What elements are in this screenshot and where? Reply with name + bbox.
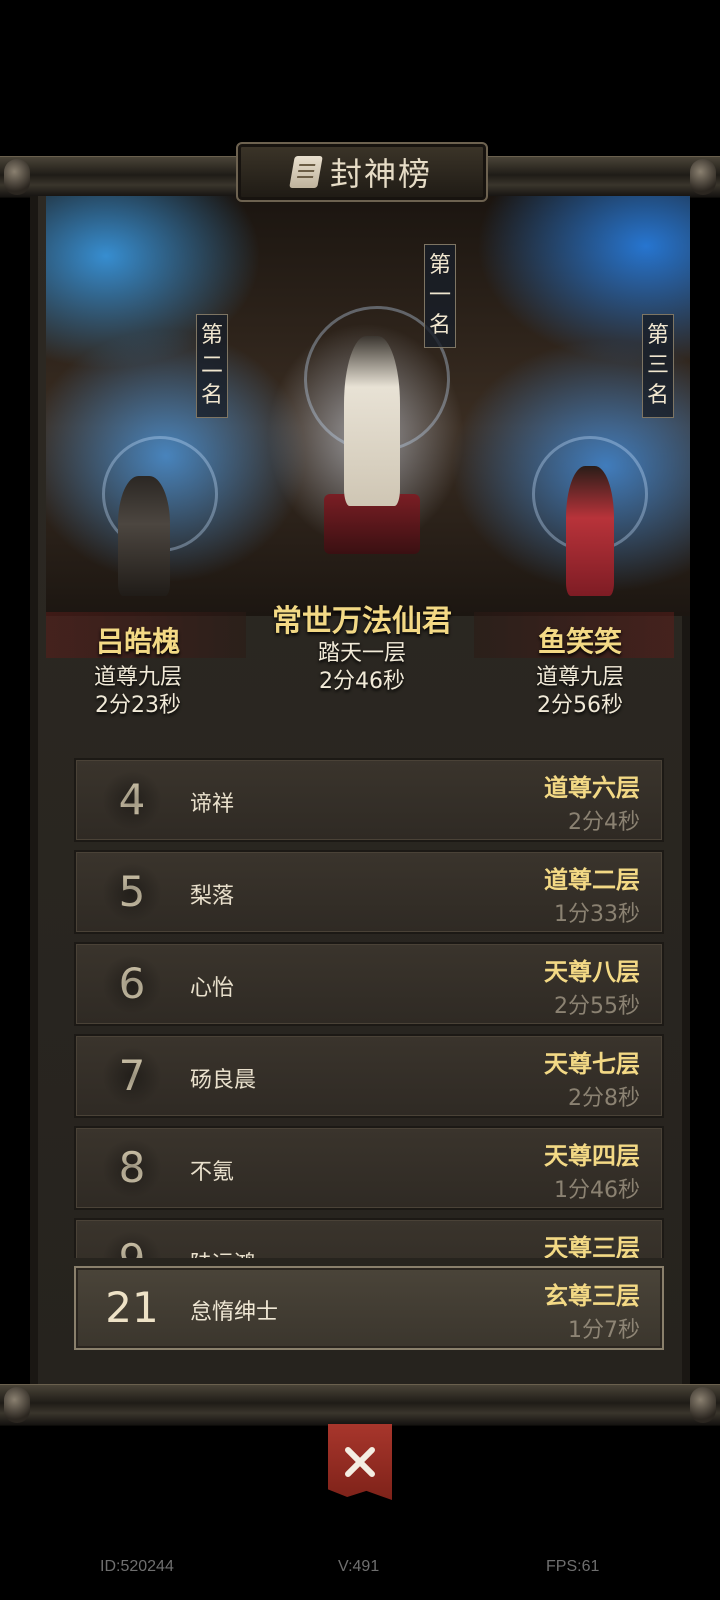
- my-rank-number: 21: [105, 1283, 159, 1332]
- player-id: ID:520244: [100, 1558, 174, 1575]
- ranking-row[interactable]: 4 谛祥 道尊六层 2分4秒: [74, 758, 664, 842]
- tag-char: 第: [428, 253, 451, 278]
- my-player-name: 怠惰绅士: [190, 1300, 279, 1325]
- second-place-character[interactable]: [118, 476, 170, 596]
- tag-char: 三: [646, 353, 669, 378]
- close-icon: [345, 1447, 375, 1477]
- scroll-rod-bottom: [0, 1384, 720, 1426]
- ranking-row[interactable]: 7 砀良晨 天尊七层 2分8秒: [74, 1034, 664, 1118]
- first-place-name: 常世万法仙君: [272, 604, 452, 639]
- clear-time: 2分55秒: [554, 994, 640, 1019]
- floor-level: 天尊七层: [544, 1050, 640, 1078]
- tag-char: 第: [646, 323, 669, 348]
- rank-number: 9: [98, 1220, 166, 1258]
- floor-level: 天尊三层: [544, 1234, 640, 1258]
- rod-knob-right: [690, 159, 716, 195]
- rod-knob-left: [4, 1387, 30, 1423]
- ranking-row[interactable]: 8 不氪 天尊四层 1分46秒: [74, 1126, 664, 1210]
- tag-char: 二: [200, 353, 223, 378]
- first-place-floor: 踏天一层: [317, 641, 406, 666]
- player-name: 梨落: [190, 884, 235, 909]
- ranking-row[interactable]: 5 梨落 道尊二层 1分33秒: [74, 850, 664, 934]
- close-button[interactable]: [328, 1424, 392, 1500]
- clear-time: 1分33秒: [554, 902, 640, 927]
- my-ranking-row[interactable]: 21 怠惰绅士 玄尊三层 1分7秒: [74, 1266, 664, 1350]
- tag-char: 第: [200, 323, 223, 348]
- player-name: 心怡: [190, 976, 235, 1001]
- first-place-tag: 第 一 名: [424, 244, 456, 348]
- second-place-name: 吕皓槐: [95, 625, 180, 658]
- tag-char: 一: [428, 283, 451, 308]
- second-place-tag: 第 二 名: [196, 314, 228, 418]
- floor-level: 道尊六层: [544, 774, 640, 802]
- player-name: 谛祥: [190, 792, 235, 817]
- version-label: V:491: [338, 1558, 380, 1575]
- player-name: 砀良晨: [190, 1068, 257, 1093]
- tag-char: 名: [646, 383, 669, 408]
- fps-counter: FPS:61: [546, 1558, 600, 1575]
- my-floor-level: 玄尊三层: [544, 1282, 640, 1310]
- floor-level: 天尊八层: [544, 958, 640, 986]
- floor-level: 道尊二层: [544, 866, 640, 894]
- ranking-row[interactable]: 6 心怡 天尊八层 2分55秒: [74, 942, 664, 1026]
- rod-knob-left: [4, 159, 30, 195]
- clear-time: 1分46秒: [554, 1178, 640, 1203]
- my-clear-time: 1分7秒: [568, 1318, 640, 1343]
- page-title: 封神榜: [329, 155, 432, 193]
- rank-number: 5: [98, 852, 166, 932]
- player-name: 不氪: [190, 1160, 235, 1185]
- rank-number: 4: [98, 760, 166, 840]
- clear-time: 2分8秒: [568, 1086, 640, 1111]
- third-place-floor: 道尊九层: [535, 665, 624, 690]
- tag-char: 名: [200, 383, 223, 408]
- second-place-floor: 道尊九层: [93, 665, 182, 690]
- rod-knob-right: [690, 1387, 716, 1423]
- rank-number: 8: [98, 1128, 166, 1208]
- ranking-list[interactable]: 4 谛祥 道尊六层 2分4秒 5 梨落 道尊二层 1分33秒 6 心怡 天尊八层…: [74, 758, 664, 1258]
- second-place-time: 2分23秒: [95, 693, 181, 718]
- first-place-character[interactable]: [344, 336, 400, 506]
- rank-number: 7: [98, 1036, 166, 1116]
- scroll-icon: [289, 156, 323, 188]
- podium-scene: 第 一 名 第 二 名 第 三 名: [46, 196, 690, 616]
- third-place-tag: 第 三 名: [642, 314, 674, 418]
- tag-char: 名: [428, 313, 451, 338]
- rank-number: 6: [98, 944, 166, 1024]
- ranking-row[interactable]: 9 陆远鸿 天尊三层: [74, 1218, 664, 1258]
- first-place-time: 2分46秒: [319, 669, 405, 694]
- title-plaque: 封神榜: [236, 142, 488, 202]
- third-place-character[interactable]: [566, 466, 614, 596]
- clear-time: 2分4秒: [568, 810, 640, 835]
- third-place-time: 2分56秒: [537, 693, 623, 718]
- third-place-name: 鱼笑笑: [537, 625, 622, 658]
- floor-level: 天尊四层: [544, 1142, 640, 1170]
- player-name: 陆远鸿: [190, 1246, 256, 1258]
- leaderboard-panel: 第 一 名 第 二 名 第 三 名 常世万法仙君 踏天一层 2分46秒 吕皓槐 …: [30, 196, 690, 1386]
